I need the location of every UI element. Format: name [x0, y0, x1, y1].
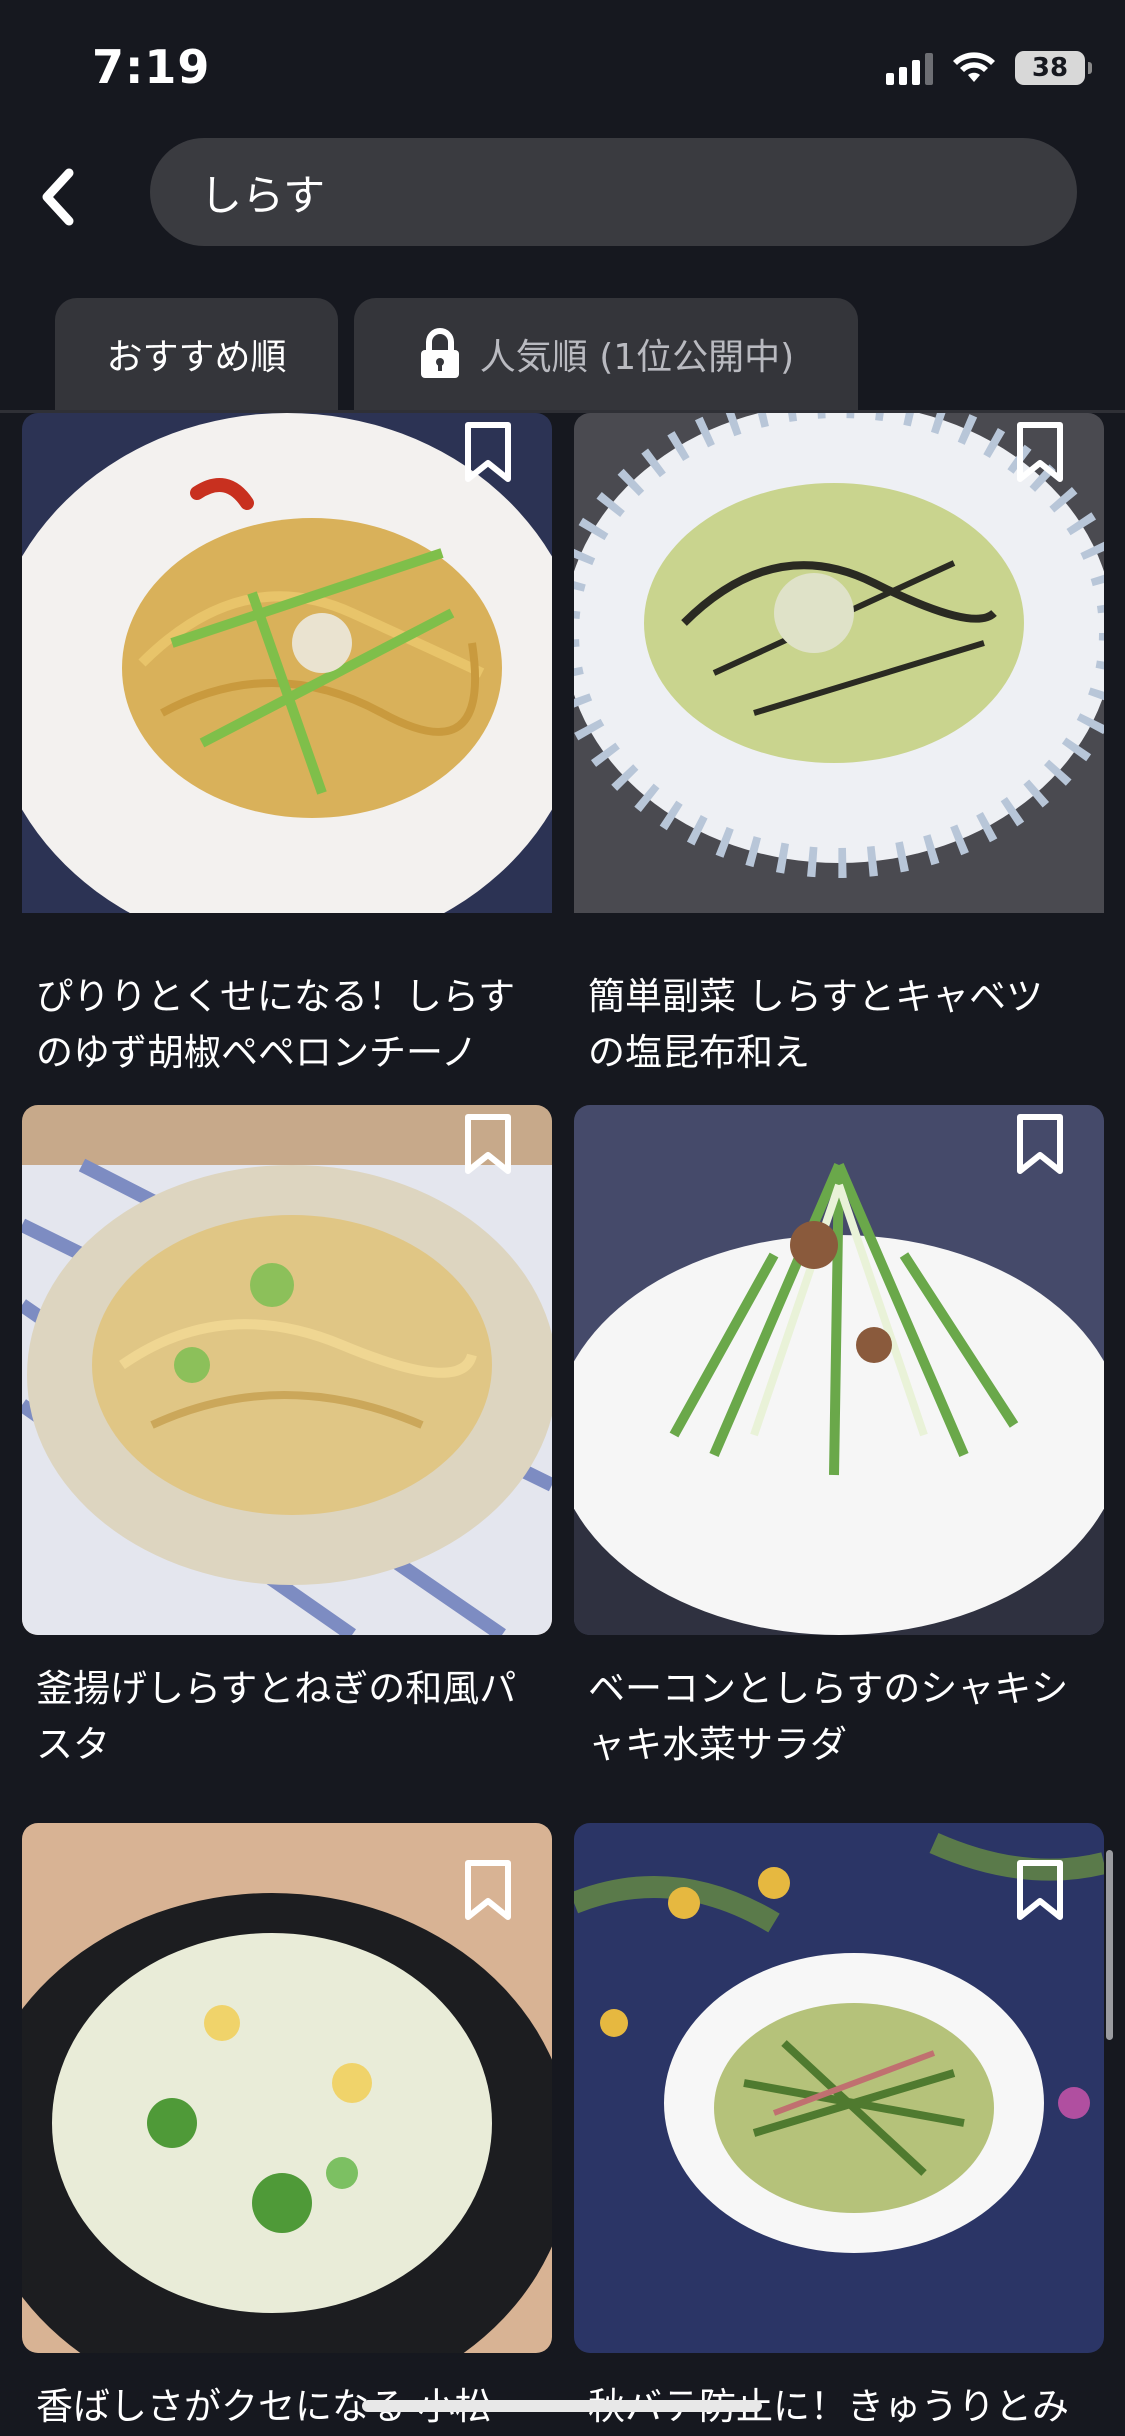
recipe-image: [22, 1823, 552, 2353]
pasta-dish-icon: [22, 413, 552, 913]
status-icons: 38: [886, 46, 1092, 90]
bookmark-icon[interactable]: [462, 421, 514, 485]
recipe-card[interactable]: 簡単副菜 しらすとキャベツの塩昆布和え: [574, 413, 1104, 1081]
bookmark-icon[interactable]: [1014, 1113, 1066, 1177]
recipe-card[interactable]: 釜揚げしらすとねぎの和風パスタ: [22, 1105, 552, 1773]
tab-label: 人気順 (1位公開中): [479, 337, 795, 378]
home-indicator[interactable]: [362, 2400, 762, 2412]
recipe-image: [22, 413, 552, 943]
recipe-title: 簡単副菜 しらすとキャベツの塩昆布和え: [588, 975, 1044, 1074]
sort-tabs: おすすめ順 人気順 (1位公開中): [55, 298, 858, 410]
status-bar: 7:19 38: [0, 0, 1125, 135]
recipe-image: [574, 1823, 1104, 2353]
bookmark-icon[interactable]: [462, 1859, 514, 1923]
pasta-dish-icon: [22, 1105, 552, 1635]
search-query: しらす: [200, 170, 326, 220]
recipe-title: ベーコンとしらすのシャキシャキ水菜サラダ: [588, 1667, 1069, 1766]
tab-popular[interactable]: 人気順 (1位公開中): [354, 298, 858, 410]
recipe-image: [574, 1105, 1104, 1635]
cellular-signal-icon: [886, 51, 933, 85]
recipe-image: [22, 1105, 552, 1635]
status-time: 7:19: [92, 40, 211, 94]
recipe-title: 釜揚げしらすとねぎの和風パスタ: [36, 1667, 517, 1766]
cabbage-salad-icon: [574, 413, 1104, 913]
recipe-title: ぴりりとくせになる！しらすのゆず胡椒ペペロンチーノ: [36, 975, 516, 1074]
lock-icon: [418, 328, 462, 380]
search-results-screen: 7:19 38 しらす おすすめ順 人気順 (1位公開中) ぴりりとくせになる！…: [0, 0, 1125, 2436]
recipe-card[interactable]: ぴりりとくせになる！しらすのゆず胡椒ペペロンチーノ: [22, 413, 552, 1081]
search-input[interactable]: しらす: [150, 138, 1077, 246]
recipe-card[interactable]: 香ばしさがクセになる 小松菜: [22, 1823, 552, 2436]
battery-icon: 38: [1015, 51, 1092, 85]
mizuna-salad-icon: [574, 1105, 1104, 1635]
bookmark-icon[interactable]: [1014, 1859, 1066, 1923]
back-button[interactable]: [22, 162, 92, 232]
recipe-image: [574, 413, 1104, 943]
recipe-card[interactable]: 秋バテ防止に！きゅうりとみ: [574, 1823, 1104, 2435]
scrollbar[interactable]: [1106, 1850, 1113, 2040]
bookmark-icon[interactable]: [1014, 421, 1066, 485]
recipe-card[interactable]: ベーコンとしらすのシャキシャキ水菜サラダ: [574, 1105, 1104, 1773]
chevron-left-icon: [42, 168, 74, 226]
bookmark-icon[interactable]: [462, 1113, 514, 1177]
tab-recommended[interactable]: おすすめ順: [55, 298, 338, 410]
wifi-icon: [951, 51, 997, 85]
tab-label: おすすめ順: [106, 337, 287, 378]
battery-level: 38: [1031, 53, 1069, 83]
